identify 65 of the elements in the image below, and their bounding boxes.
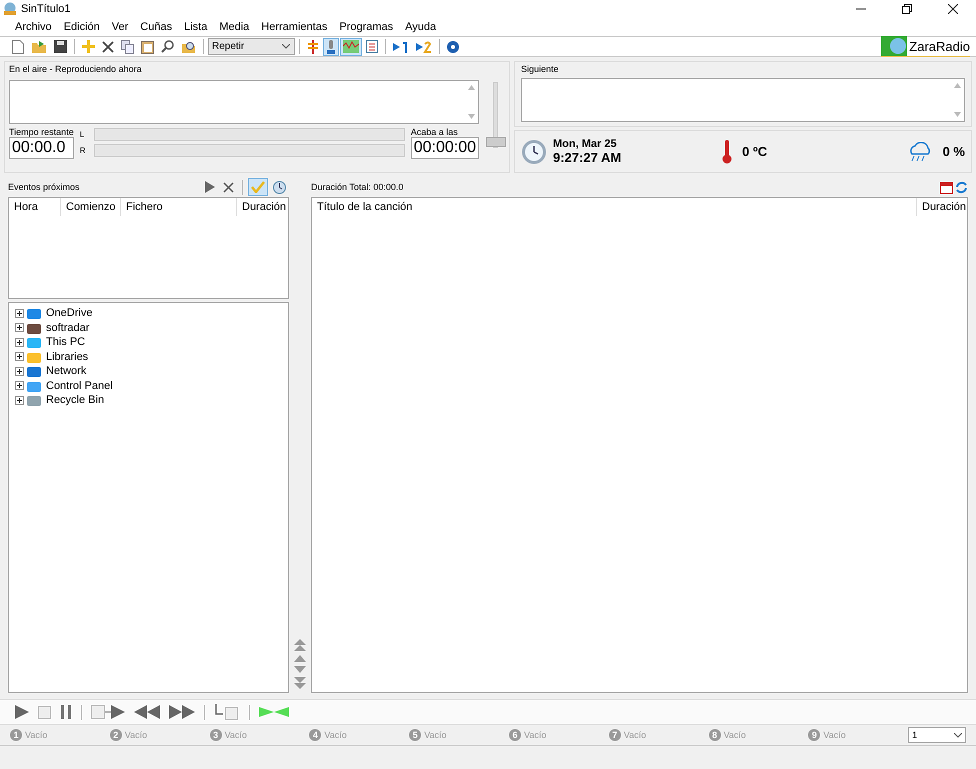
menu-item[interactable]: Cuñas xyxy=(134,21,178,33)
panel-title: En el aire - Reproduciendo ahora xyxy=(9,64,143,74)
calendar-icon[interactable] xyxy=(940,180,953,194)
panel-title: Eventos próximos xyxy=(8,182,80,192)
save-icon[interactable] xyxy=(51,38,70,56)
thermometer-icon xyxy=(722,140,732,164)
menu-item[interactable]: Lista xyxy=(178,21,214,33)
slot-page-dropdown[interactable]: 1 xyxy=(908,727,966,743)
rain-probability: 0 % xyxy=(942,144,965,159)
new-file-icon[interactable] xyxy=(9,38,27,56)
column-header[interactable]: Hora xyxy=(9,198,61,216)
caret-icon[interactable] xyxy=(954,732,962,738)
expand-icon[interactable] xyxy=(15,338,24,347)
close-icon[interactable] xyxy=(948,4,958,14)
column-header[interactable]: Comienzo xyxy=(61,198,121,216)
menu-item[interactable]: Ayuda xyxy=(399,21,442,33)
window-title: SinTítulo1 xyxy=(21,3,71,15)
end-time: 00:00:00 xyxy=(410,137,479,159)
caret-icon[interactable] xyxy=(282,44,290,49)
column-header[interactable]: Duración xyxy=(917,198,967,216)
menu-item[interactable]: Herramientas xyxy=(255,21,334,33)
clock-icon xyxy=(521,138,547,164)
microphone-icon[interactable] xyxy=(323,38,339,56)
tree-item[interactable]: Libraries xyxy=(46,350,88,363)
expand-icon[interactable] xyxy=(15,366,24,376)
task-list-icon[interactable] xyxy=(363,38,381,56)
channel-label: R xyxy=(80,146,86,155)
temperature-value: 0 ºC xyxy=(742,144,768,159)
channel-label: L xyxy=(80,130,86,139)
ends-label: Acaba a las xyxy=(410,127,459,137)
tree-item[interactable]: Control Panel xyxy=(46,380,113,392)
tree-item[interactable]: Recycle Bin xyxy=(46,394,104,406)
tree-item[interactable]: softradar xyxy=(46,322,90,334)
menu-item[interactable]: Edición xyxy=(58,21,106,33)
refresh-icon[interactable] xyxy=(955,180,968,194)
restore-icon[interactable] xyxy=(902,4,912,14)
expand-icon[interactable] xyxy=(15,381,24,390)
expand-icon[interactable] xyxy=(15,323,24,332)
column-header[interactable]: Duración xyxy=(237,198,288,216)
column-header[interactable]: Fichero xyxy=(121,198,237,216)
app-logo-icon xyxy=(3,2,17,16)
clock-icon[interactable] xyxy=(270,178,289,196)
expand-icon[interactable] xyxy=(15,352,24,362)
logo-icon xyxy=(881,36,908,56)
menu-item[interactable]: Archivo xyxy=(9,21,58,33)
column-header[interactable]: Título de la canción xyxy=(312,198,917,216)
volume-slider[interactable] xyxy=(485,80,505,150)
mode-dropdown[interactable]: Repetir xyxy=(208,38,295,55)
remaining-time: 00:00.0 xyxy=(9,137,74,159)
time-text: 9:27:27 AM xyxy=(553,150,622,165)
total-duration: Duración Total: 00:00.0 xyxy=(311,182,404,192)
expand-icon[interactable] xyxy=(15,308,24,318)
chart-icon[interactable] xyxy=(340,38,362,56)
tree-item[interactable]: Network xyxy=(46,365,86,378)
menu-item[interactable]: Programas xyxy=(333,21,400,33)
panel-title: Siguiente xyxy=(521,64,560,74)
tree-item[interactable]: OneDrive xyxy=(46,307,92,320)
expand-icon[interactable] xyxy=(15,396,24,405)
menu-item[interactable]: Media xyxy=(213,21,256,33)
remaining-label: Tiempo restante xyxy=(9,127,74,137)
menu-item[interactable]: Ver xyxy=(106,21,134,33)
date-text: Mon, Mar 25 xyxy=(553,138,618,150)
brand-label: ZaraRadio xyxy=(881,36,970,56)
checkmark-icon[interactable] xyxy=(248,178,268,196)
tree-item[interactable]: This PC xyxy=(46,336,86,348)
